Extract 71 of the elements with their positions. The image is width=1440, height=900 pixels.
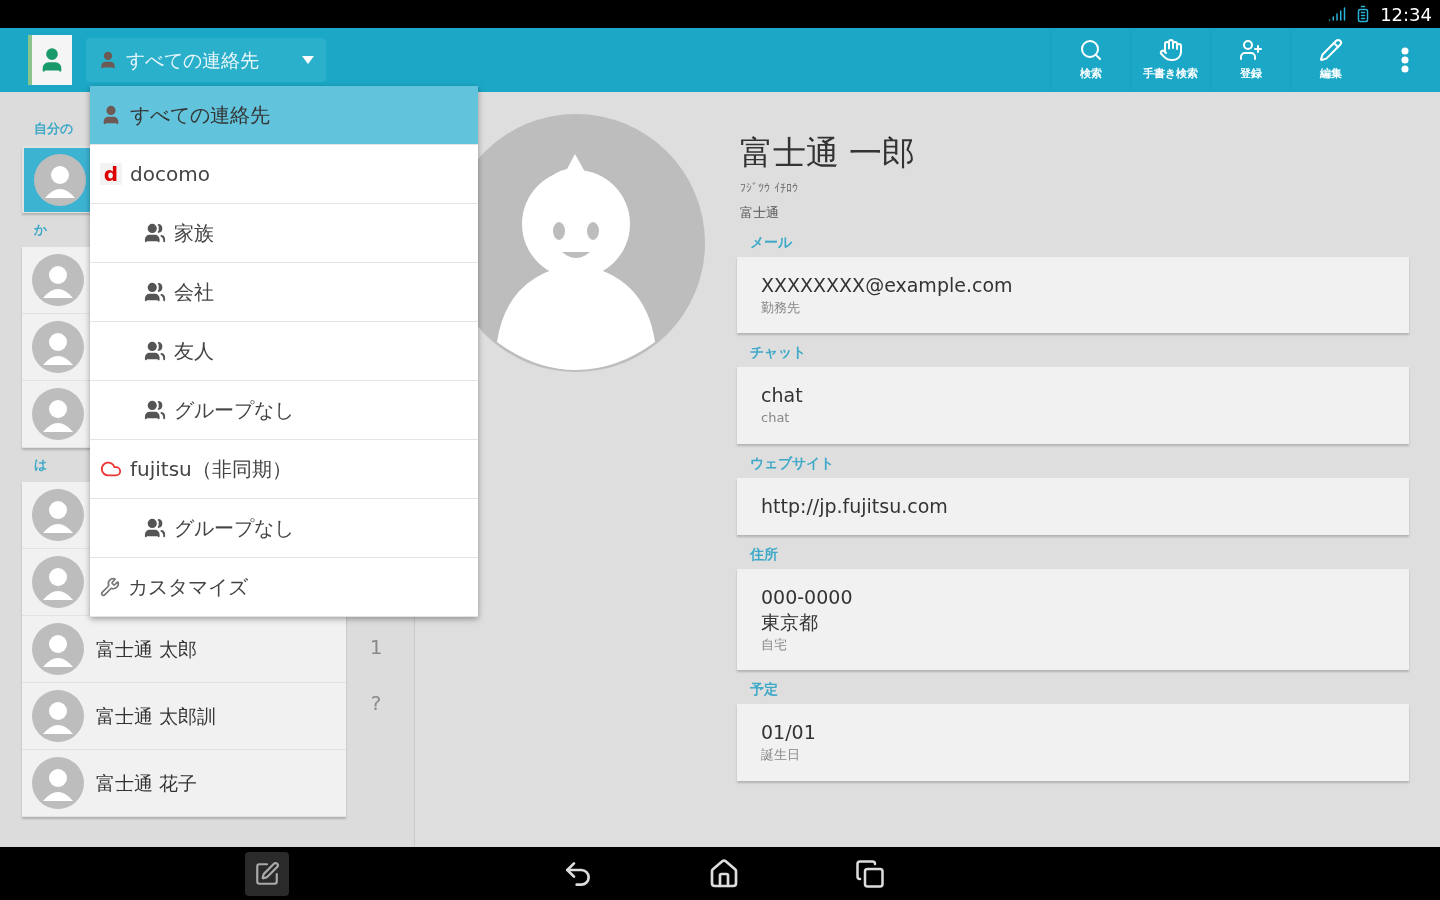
field-label: メール xyxy=(750,232,792,252)
menu-item[interactable]: 会社 xyxy=(90,263,478,322)
hand-icon xyxy=(1158,37,1183,62)
home-icon xyxy=(708,857,740,890)
field-label: ウェブサイト xyxy=(750,453,834,473)
menu-item[interactable]: 家族 xyxy=(90,204,478,263)
field-card[interactable]: http://jp.fujitsu.com xyxy=(737,477,1409,535)
wrench-icon xyxy=(100,577,120,597)
group-icon xyxy=(144,222,166,244)
menu-item[interactable]: グループなし xyxy=(90,381,478,440)
field-value: http://jp.fujitsu.com xyxy=(761,493,949,519)
avatar-icon xyxy=(34,154,86,206)
group-icon xyxy=(144,340,166,362)
field-label: 予定 xyxy=(750,680,778,700)
avatar-icon xyxy=(32,623,84,675)
field-card[interactable]: chat chat xyxy=(737,367,1409,444)
avatar-icon xyxy=(32,690,84,742)
app-icon[interactable] xyxy=(28,35,72,85)
pencil-icon xyxy=(1318,37,1343,62)
field-label: 住所 xyxy=(750,544,778,564)
group-icon xyxy=(144,517,166,539)
add-person-icon xyxy=(1238,37,1263,62)
field-value: 東京都 xyxy=(761,609,819,635)
clock: 12:34 xyxy=(1380,2,1432,27)
contact-name: 富士通 太郎訓 xyxy=(96,703,217,729)
menu-item[interactable]: 友人 xyxy=(90,322,478,381)
contact-row[interactable]: 富士通 花子 xyxy=(22,750,346,817)
avatar-icon xyxy=(32,556,84,608)
company-name: 富士通 xyxy=(739,204,780,223)
avatar-icon xyxy=(32,254,84,306)
section-header: は xyxy=(34,456,47,475)
section-header: か xyxy=(34,221,47,240)
search-icon xyxy=(1078,37,1103,62)
menu-item[interactable]: fujitsu（非同期） xyxy=(90,440,478,499)
menu-item[interactable]: すべての連絡先 xyxy=(90,86,478,145)
phonetic-name: ﾌｼﾞﾂｳ ｲﾁﾛｳ xyxy=(739,180,799,198)
signal-icon xyxy=(1328,5,1347,23)
contact-row[interactable]: 富士通 太郎 xyxy=(22,616,346,683)
menu-item[interactable]: d docomo xyxy=(90,145,478,204)
recent-apps-icon xyxy=(855,858,885,889)
field-type: chat xyxy=(761,409,791,428)
group-icon xyxy=(144,281,166,303)
field-type: 自宅 xyxy=(761,635,788,654)
section-header: 自分の xyxy=(34,120,73,139)
avatar-icon xyxy=(32,388,84,440)
field-card[interactable]: XXXXXXXX@example.com 勤務先 xyxy=(737,256,1409,334)
caret-icon xyxy=(302,56,314,64)
field-label: チャット xyxy=(750,343,806,363)
field-value: XXXXXXXX@example.com xyxy=(761,272,1014,298)
menu-item[interactable]: グループなし xyxy=(90,499,478,558)
note-button[interactable] xyxy=(245,851,289,896)
contact-row[interactable]: 富士通 太郎訓 xyxy=(22,683,346,750)
d-logo-icon: d xyxy=(100,163,122,185)
contact-full-name: 富士通 一郎 xyxy=(739,132,917,174)
more-icon xyxy=(1401,47,1409,73)
group-icon xyxy=(144,399,166,421)
field-value: 000-0000 xyxy=(761,584,854,610)
avatar-icon xyxy=(32,489,84,541)
pen-square-icon xyxy=(254,860,280,887)
contact-name: 富士通 花子 xyxy=(96,770,198,796)
avatar-icon xyxy=(32,757,84,809)
field-value: 01/01 xyxy=(761,720,817,746)
field-type: 勤務先 xyxy=(761,298,801,317)
field-card[interactable]: 000-0000 東京都 自宅 xyxy=(737,568,1409,671)
field-card[interactable]: 01/01 誕生日 xyxy=(737,704,1409,781)
person-icon xyxy=(98,50,118,70)
menu-item[interactable]: カスタマイズ xyxy=(90,558,478,617)
field-value: chat xyxy=(761,383,804,409)
contact-name: 富士通 太郎 xyxy=(96,636,198,662)
avatar-icon xyxy=(32,321,84,373)
field-type: 誕生日 xyxy=(761,746,801,765)
